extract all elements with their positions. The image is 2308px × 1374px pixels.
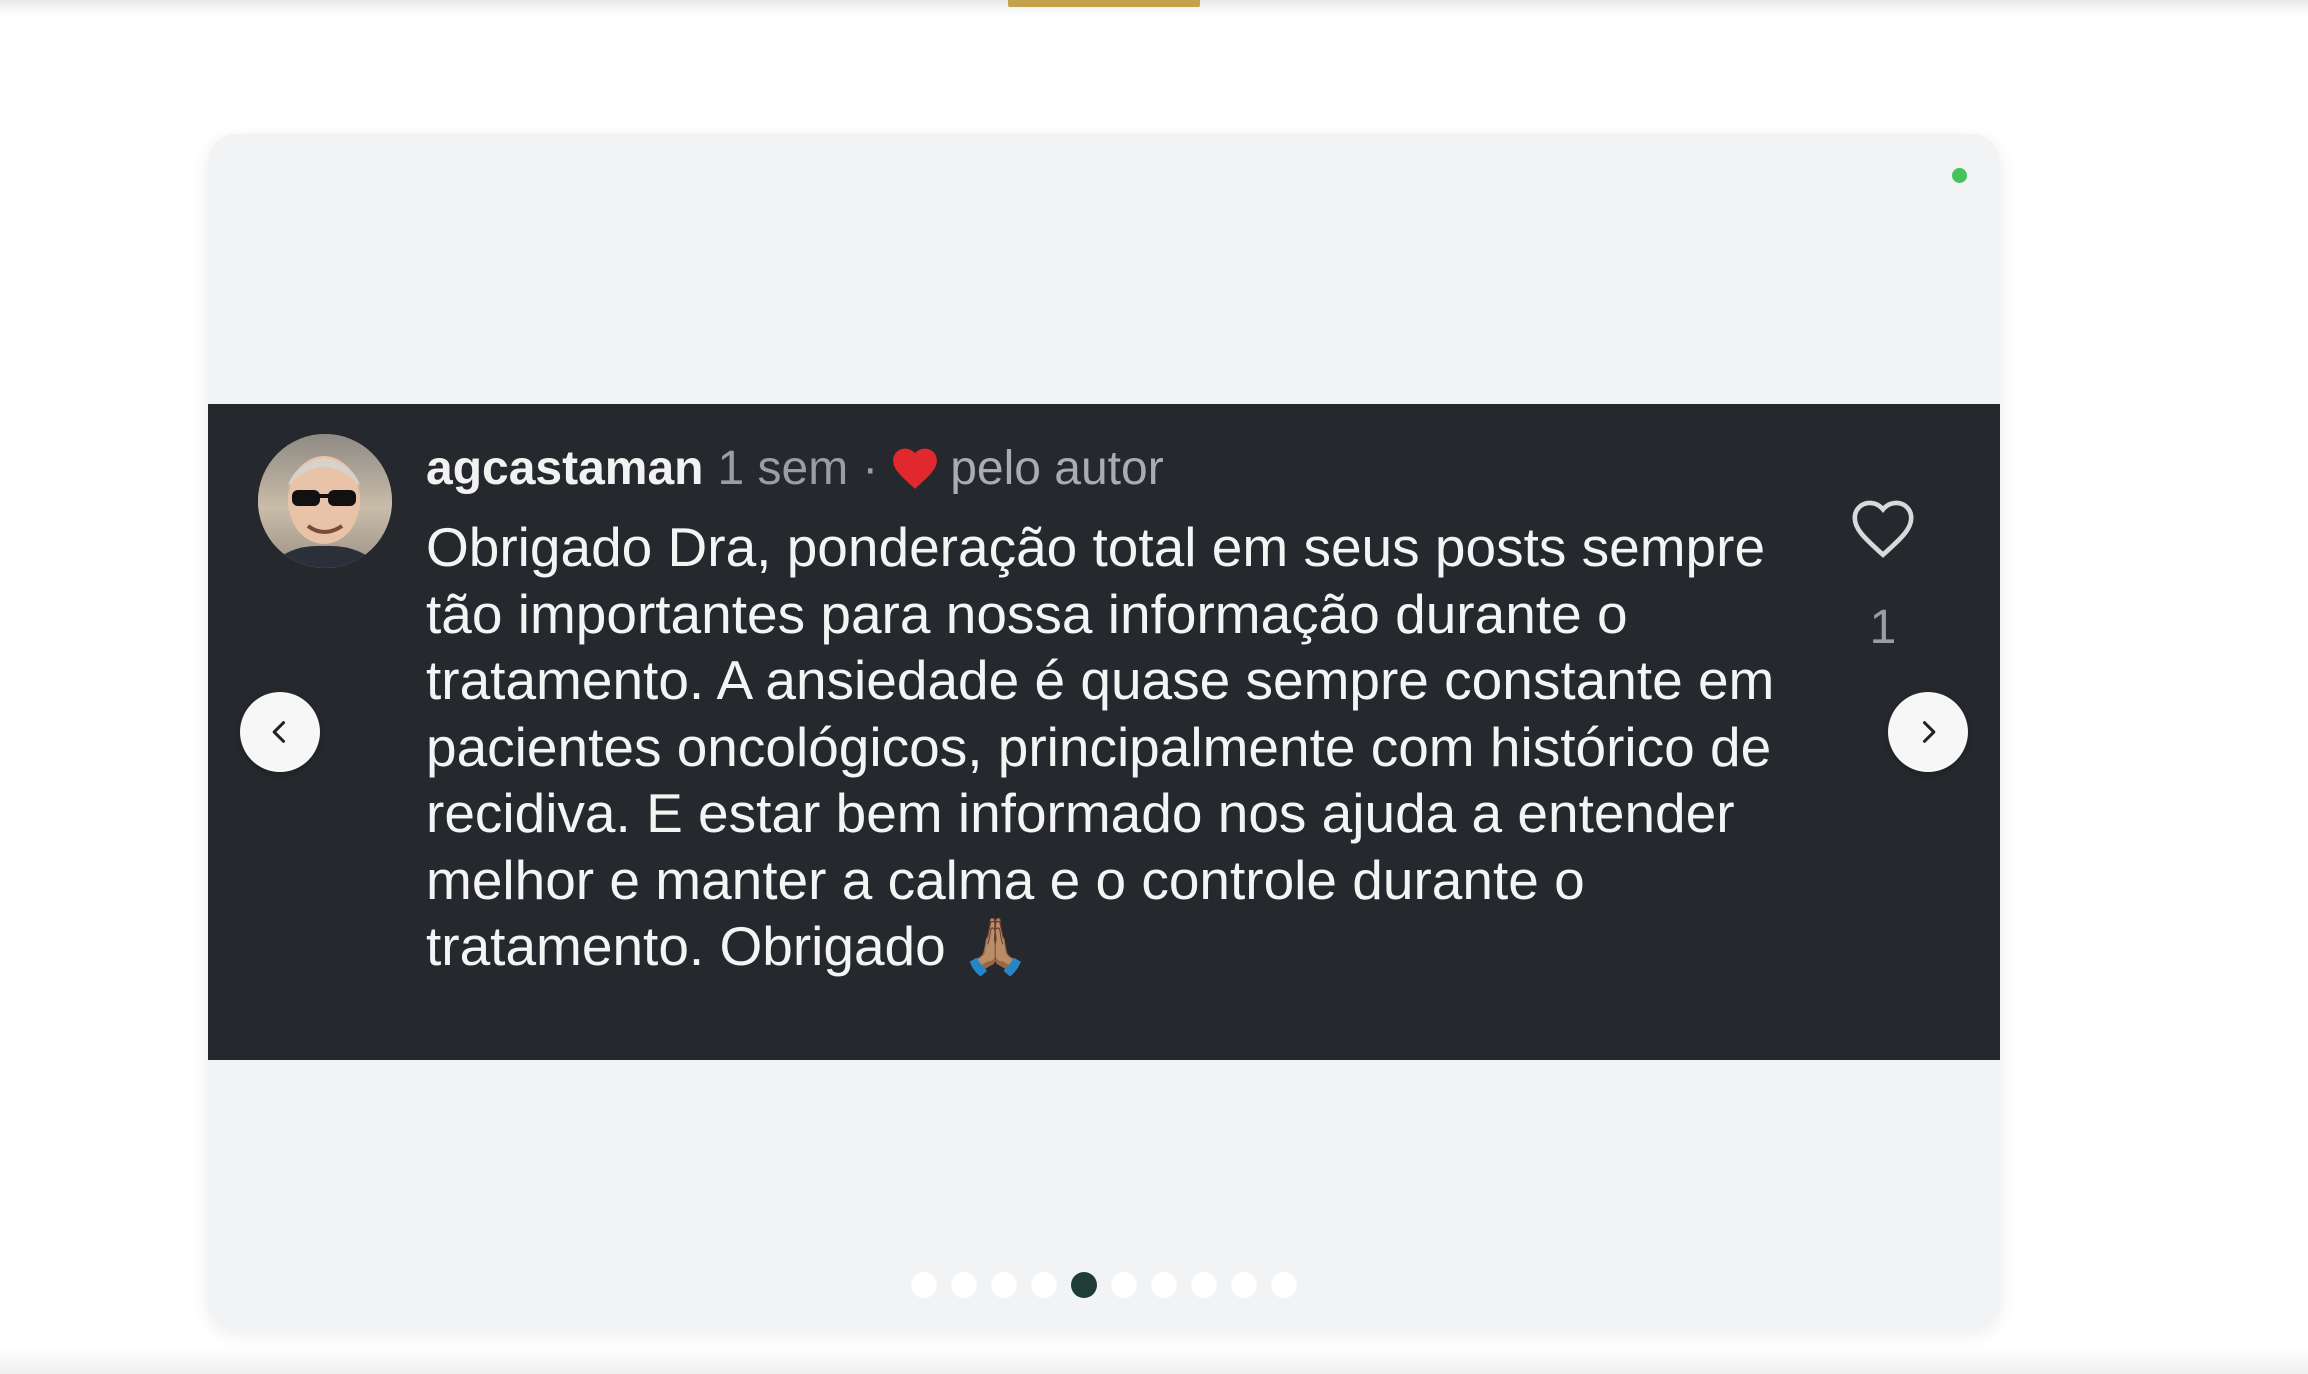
status-dot — [1952, 168, 1967, 183]
accent-bar — [1008, 0, 1200, 7]
heart-filled-icon — [890, 445, 940, 491]
bottom-shade — [0, 1348, 2308, 1374]
chevron-right-icon — [1922, 721, 1936, 743]
carousel-dot[interactable] — [1231, 1272, 1257, 1298]
testimonial-card: agcastaman 1 sem · pelo autor Obrigado D… — [208, 134, 2000, 1330]
carousel-dot-active[interactable] — [1071, 1272, 1097, 1298]
separator: · — [862, 441, 879, 495]
avatar — [258, 434, 392, 568]
comment-screenshot: agcastaman 1 sem · pelo autor Obrigado D… — [208, 404, 2000, 1060]
liked-by-author-label: pelo autor — [950, 441, 1164, 495]
carousel-dot[interactable] — [911, 1272, 937, 1298]
carousel-dot[interactable] — [1151, 1272, 1177, 1298]
carousel-dot[interactable] — [1031, 1272, 1057, 1298]
page: agcastaman 1 sem · pelo autor Obrigado D… — [0, 0, 2308, 1374]
carousel-pagination — [208, 1272, 2000, 1298]
username[interactable]: agcastaman — [426, 441, 703, 496]
chevron-left-icon — [272, 721, 286, 743]
carousel-dot[interactable] — [951, 1272, 977, 1298]
carousel-dot[interactable] — [1271, 1272, 1297, 1298]
comment-body: Obrigado Dra, ponderação total em seus p… — [426, 514, 1786, 980]
time-ago: 1 sem — [717, 441, 849, 495]
carousel-dot[interactable] — [991, 1272, 1017, 1298]
carousel-dot[interactable] — [1191, 1272, 1217, 1298]
carousel-dot[interactable] — [1111, 1272, 1137, 1298]
comment-header: agcastaman 1 sem · pelo autor — [426, 438, 1164, 498]
prayer-emoji: 🙏🏽 — [961, 915, 1030, 977]
heart-outline-icon[interactable] — [1848, 496, 1918, 560]
like-count: 1 — [1869, 601, 1897, 654]
previous-slide-button[interactable] — [240, 692, 320, 772]
next-slide-button[interactable] — [1888, 692, 1968, 772]
comment-text: Obrigado Dra, ponderação total em seus p… — [426, 516, 1775, 977]
